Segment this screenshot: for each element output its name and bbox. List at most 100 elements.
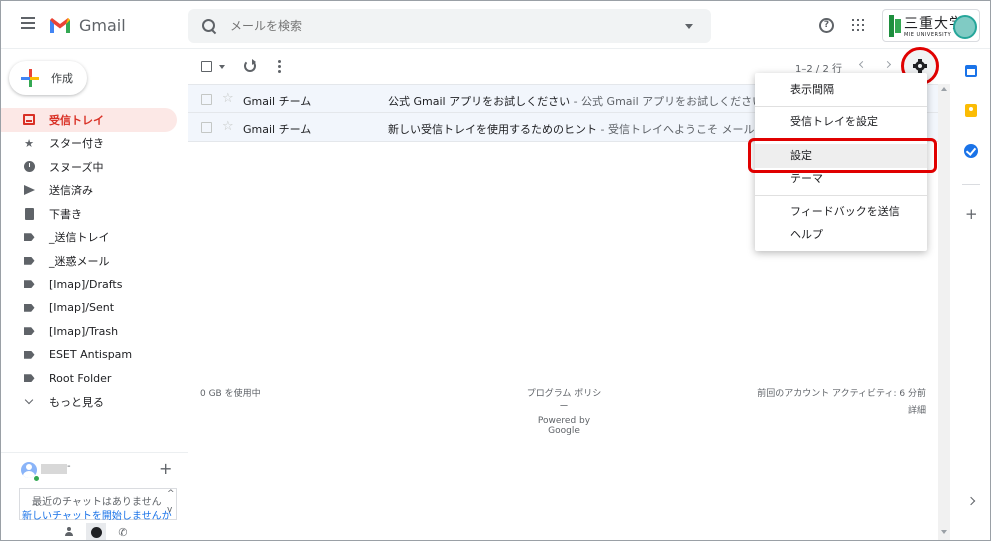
label-icon xyxy=(23,349,35,361)
label-icon xyxy=(23,231,35,243)
keep-icon[interactable] xyxy=(965,104,977,117)
app-name: Gmail xyxy=(79,15,126,35)
sidebar-item-spam-label[interactable]: _迷惑メール xyxy=(1,249,188,273)
hangouts-icon xyxy=(90,526,102,538)
sidebar-item-label: Root Folder xyxy=(49,371,112,385)
online-status-icon xyxy=(33,475,40,482)
sidebar-item-root-folder[interactable]: Root Folder xyxy=(1,367,188,391)
next-page-icon[interactable] xyxy=(883,60,892,69)
refresh-icon[interactable] xyxy=(244,59,256,72)
gmail-logo[interactable]: Gmail xyxy=(49,13,126,37)
row-checkbox[interactable] xyxy=(201,122,212,133)
sidebar-item-label: [Imap]/Drafts xyxy=(49,277,123,291)
sidebar-item-label: 下書き xyxy=(49,207,82,221)
sidebar-item-label: 送信済み xyxy=(49,184,93,198)
star-icon[interactable]: ☆ xyxy=(222,91,234,106)
scroll-up-icon[interactable] xyxy=(941,87,947,91)
help-icon[interactable]: ? xyxy=(819,18,834,33)
main-menu-icon[interactable] xyxy=(21,17,35,29)
email-snippet: - 公式 Gmail アプリをお試しください 三重大 xyxy=(573,95,768,108)
compose-label: 作成 xyxy=(51,72,73,85)
star-icon: ★ xyxy=(24,136,34,150)
star-icon[interactable]: ☆ xyxy=(222,119,234,134)
footer-right: 前回のアカウント アクティビティ: 6 分前 詳細 xyxy=(748,386,926,420)
sidebar-item-sent[interactable]: 送信済み xyxy=(1,179,188,203)
menu-item-send-feedback[interactable]: フィードバックを送信 xyxy=(755,200,927,224)
hangouts-tab[interactable] xyxy=(86,523,106,540)
label-icon xyxy=(23,325,35,337)
sidebar-item-label: スター付き xyxy=(49,137,104,151)
storage-usage: 0 GB を使用中 xyxy=(200,389,261,399)
header: Gmail ? 三重大学 MIE UNIVERSITY xyxy=(1,1,990,49)
phone-tab[interactable]: ✆ xyxy=(113,523,133,540)
compose-plus-icon xyxy=(21,69,39,87)
person-icon xyxy=(65,527,73,537)
label-icon xyxy=(23,255,35,267)
previous-page-icon[interactable] xyxy=(858,60,867,69)
avatar[interactable] xyxy=(953,15,977,39)
search-input[interactable] xyxy=(230,19,670,33)
menu-item-configure-inbox[interactable]: 受信トレイを設定 xyxy=(755,110,927,134)
program-policy-link[interactable]: プログラム ポリシー xyxy=(524,386,604,412)
expand-side-panel-chevron-icon[interactable] xyxy=(966,496,976,506)
contacts-tab[interactable] xyxy=(59,523,79,540)
google-apps-icon[interactable] xyxy=(852,19,864,31)
sidebar-item-imap-sent[interactable]: [Imap]/Sent xyxy=(1,296,188,320)
sidebar-item-outbox-label[interactable]: _送信トレイ xyxy=(1,226,188,250)
sidebar-item-drafts[interactable]: 下書き xyxy=(1,202,188,226)
row-checkbox[interactable] xyxy=(201,94,212,105)
draft-icon xyxy=(23,207,35,220)
email-subject: 公式 Gmail アプリをお試しください xyxy=(388,95,571,108)
redacted-username xyxy=(41,464,67,474)
sidebar-item-eset-antispam[interactable]: ESET Antispam xyxy=(1,343,188,367)
last-activity-text: 前回のアカウント アクティビティ: 6 分前 xyxy=(757,389,926,399)
sidebar-item-imap-drafts[interactable]: [Imap]/Drafts xyxy=(1,273,188,297)
menu-divider xyxy=(755,195,927,196)
label-icon xyxy=(23,302,35,314)
select-options-dropdown-icon[interactable] xyxy=(219,65,225,69)
chat-user-suffix: - xyxy=(67,461,71,472)
label-icon xyxy=(23,372,35,384)
sidebar-item-label: 受信トレイ xyxy=(49,113,104,127)
menu-item-display-density[interactable]: 表示間隔 xyxy=(755,78,927,102)
sidebar-item-imap-trash[interactable]: [Imap]/Trash xyxy=(1,320,188,344)
search-bar[interactable] xyxy=(188,9,711,43)
email-preview: 新しい受信トレイを使用するためのヒント - 受信トレイへようこそ メールをすば xyxy=(388,121,768,137)
sidebar-item-label: もっと見る xyxy=(49,395,104,409)
clock-icon xyxy=(23,161,35,173)
start-chat-link[interactable]: 新しいチャットを開始しませんか xyxy=(22,507,172,522)
new-chat-plus-icon[interactable]: + xyxy=(159,459,172,478)
menu-item-help[interactable]: ヘルプ xyxy=(755,223,927,247)
powered-by-text: Powered by Google xyxy=(537,416,591,436)
sidebar-item-label: スヌーズ中 xyxy=(49,160,104,174)
account-button[interactable]: 三重大学 MIE UNIVERSITY xyxy=(882,9,980,42)
add-addon-plus-icon[interactable]: + xyxy=(965,205,978,223)
chat-scrollbar[interactable] xyxy=(167,489,175,517)
search-options-dropdown-icon[interactable] xyxy=(685,24,693,29)
email-subject: 新しい受信トレイを使用するためのヒント xyxy=(388,123,597,136)
sidebar-item-starred[interactable]: ★ スター付き xyxy=(1,132,188,156)
sidebar-item-snoozed[interactable]: スヌーズ中 xyxy=(1,155,188,179)
gmail-m-icon xyxy=(50,17,70,33)
send-icon xyxy=(23,184,35,196)
email-sender: Gmail チーム xyxy=(243,123,312,136)
email-sender: Gmail チーム xyxy=(243,95,312,108)
search-icon[interactable] xyxy=(202,19,216,33)
sidebar-item-label: [Imap]/Trash xyxy=(49,324,119,338)
chat-empty-text: 最近のチャットはありません xyxy=(32,497,162,508)
more-options-icon[interactable] xyxy=(278,60,281,73)
sidebar-item-inbox[interactable]: 受信トレイ xyxy=(1,108,177,132)
main-scrollbar[interactable] xyxy=(938,84,950,540)
calendar-icon[interactable] xyxy=(965,65,977,77)
compose-button[interactable]: 作成 xyxy=(9,61,87,95)
side-panel-rail: + xyxy=(952,50,990,540)
scroll-down-icon[interactable] xyxy=(941,530,947,534)
sidebar-item-more[interactable]: もっと見る xyxy=(1,390,188,414)
select-all-checkbox[interactable] xyxy=(201,61,212,72)
inbox-icon xyxy=(23,114,35,126)
chat-list: 最近のチャットはありません 新しいチャットを開始しませんか xyxy=(19,488,177,522)
tasks-icon[interactable] xyxy=(964,144,978,158)
phone-icon: ✆ xyxy=(118,525,128,539)
details-link[interactable]: 詳細 xyxy=(748,403,926,416)
sidebar-item-label: [Imap]/Sent xyxy=(49,301,115,315)
